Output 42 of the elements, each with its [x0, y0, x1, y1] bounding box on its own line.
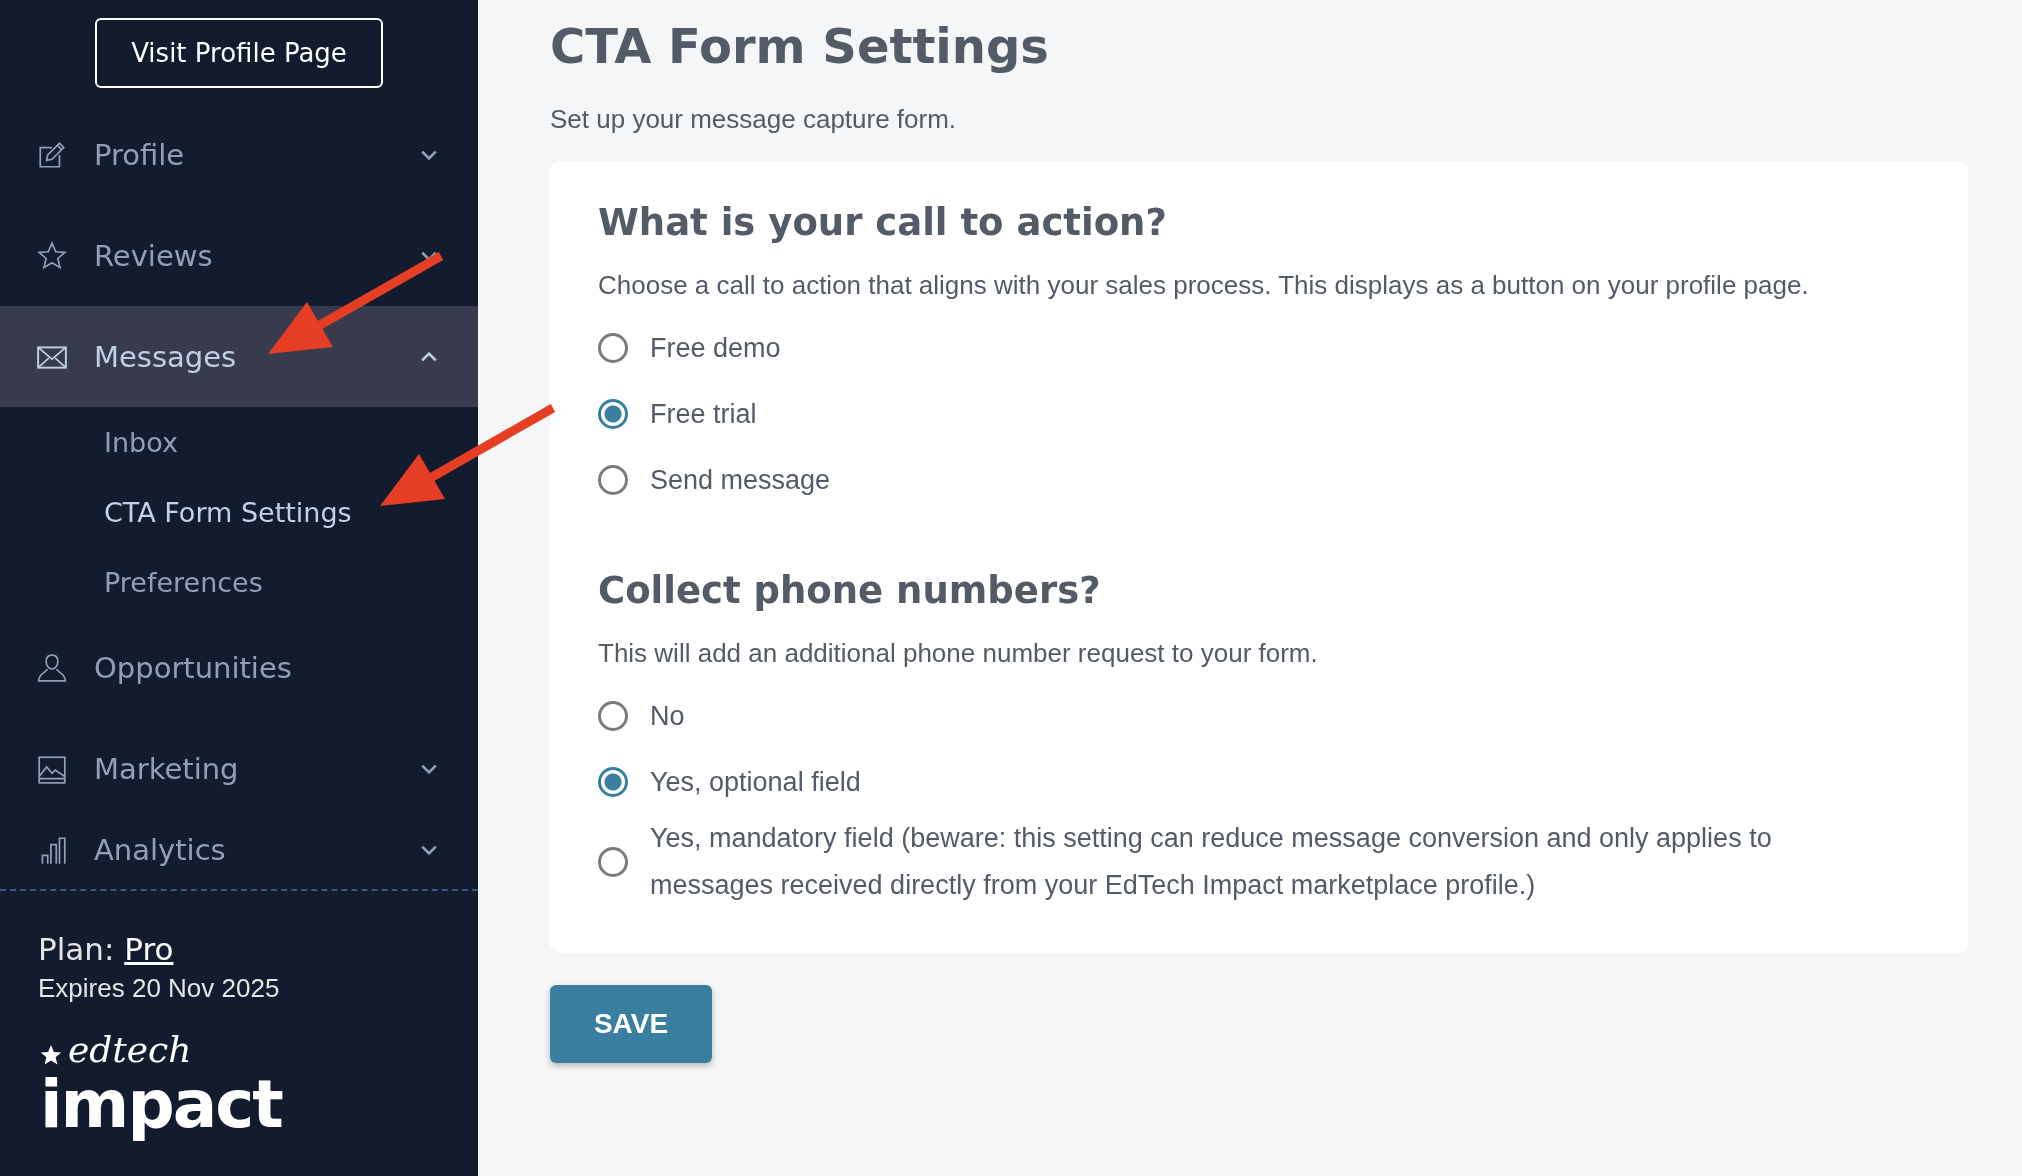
page-title: CTA Form Settings [550, 17, 1050, 76]
radio-button[interactable] [598, 701, 628, 731]
plan-expiry: Expires 20 Nov 2025 [38, 973, 281, 1004]
radio-button[interactable] [598, 847, 628, 877]
option-label: Send message [650, 463, 831, 497]
option-label: Free trial [650, 397, 757, 431]
chevron-up-icon [420, 350, 438, 363]
chevron-down-icon [420, 762, 438, 775]
nav-item[interactable]: Messages [0, 306, 478, 407]
option-label: Yes, mandatory field (beware: this setting can reduce message conversion and only applies to messages received directly from your EdTech Impact marketplace profile.) [650, 822, 1773, 902]
plan-link[interactable]: Pro [124, 931, 174, 967]
star-icon [40, 1044, 62, 1066]
radio-button[interactable] [598, 333, 628, 363]
visit-profile-button[interactable]: Visit Profile Page [95, 18, 383, 88]
page-subtitle: Set up your message capture form. [550, 104, 958, 135]
nav-item[interactable]: Analytics [0, 819, 478, 889]
star-icon [36, 239, 68, 272]
section-heading: What is your call to action? [598, 201, 1168, 244]
nav-item[interactable]: Reviews [0, 205, 478, 306]
submenu-item[interactable]: CTA Form Settings [0, 477, 478, 547]
plan-label: Plan: [38, 931, 115, 967]
logo-wordmark: impact [40, 1070, 284, 1140]
section-heading: Collect phone numbers? [598, 569, 1102, 612]
chevron-down-icon [420, 249, 438, 262]
nav-item[interactable]: Opportunities [0, 617, 478, 718]
logo-text: edtech [68, 1030, 192, 1070]
submenu-item[interactable]: Preferences [0, 547, 478, 617]
nav-item[interactable]: Profile [0, 104, 478, 205]
save-button[interactable]: SAVE [550, 985, 712, 1063]
option-label: No [650, 699, 685, 733]
section-description: Choose a call to action that aligns with your sales process. This displays as a button on your profile page. [598, 270, 1810, 301]
option-label: Free demo [650, 331, 781, 365]
chevron-down-icon [420, 844, 438, 856]
chevron-down-icon [420, 148, 438, 161]
section-description: This will add an additional phone number request to your form. [598, 638, 1319, 669]
radio-button[interactable] [598, 399, 628, 429]
radio-button[interactable] [598, 465, 628, 495]
radio-button[interactable] [598, 767, 628, 797]
option-label: Yes, optional field [650, 765, 861, 799]
person-icon [36, 651, 68, 684]
submenu-item[interactable]: Inbox [0, 407, 478, 477]
nav-item[interactable]: Marketing [0, 718, 478, 819]
